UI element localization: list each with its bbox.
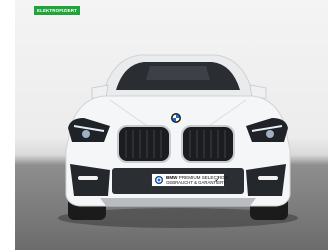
bmw-roundel-icon xyxy=(171,113,181,123)
car-illustration xyxy=(58,54,298,228)
car-photo[interactable]: BMW PREMIUM SELECTION GEBRAUCHT & GARANT… xyxy=(15,0,328,250)
license-plate-dealer-sign: BMW PREMIUM SELECTION GEBRAUCHT & GARANT… xyxy=(151,173,228,187)
electrified-badge: ELEKTROFIZIERT xyxy=(34,6,80,15)
bmw-roundel-icon xyxy=(155,176,163,184)
checkmark-icon: ✓ xyxy=(214,175,221,184)
product-image-viewer: BMW PREMIUM SELECTION GEBRAUCHT & GARANT… xyxy=(0,0,328,250)
